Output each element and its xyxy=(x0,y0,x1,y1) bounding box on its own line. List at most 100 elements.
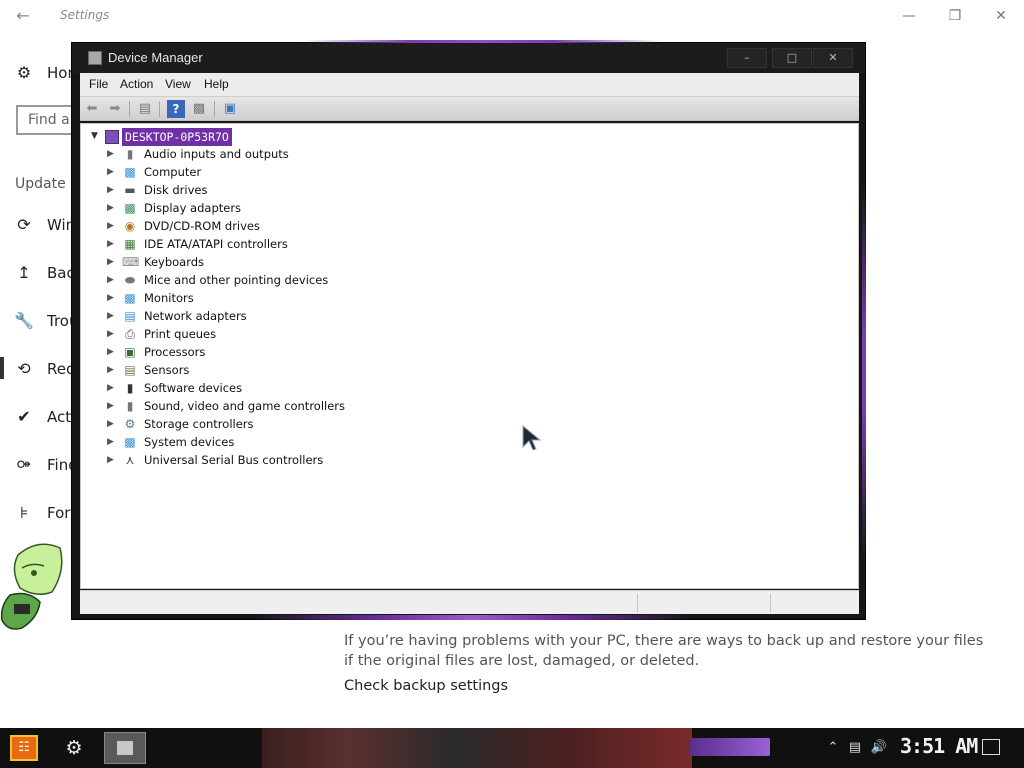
computer-icon xyxy=(105,130,119,144)
nav-for-developers[interactable]: ⊧ For xyxy=(0,497,80,529)
expand-arrow-icon[interactable]: ▶ xyxy=(107,365,114,375)
expand-arrow-icon[interactable]: ▶ xyxy=(107,185,114,195)
tree-node-label: Display adapters xyxy=(144,201,242,215)
restore-button[interactable]: ❐ xyxy=(943,6,967,26)
usb-icon: ⋏ xyxy=(125,453,135,467)
tree-node-network-adapters[interactable]: ▶ ▤ Network adapters xyxy=(107,308,427,326)
nav-home[interactable]: ⚙ Hor xyxy=(0,57,80,89)
tree-node-usb-controllers[interactable]: ▶ ⋏ Universal Serial Bus controllers xyxy=(107,452,427,470)
tree-node-label: Mice and other pointing devices xyxy=(144,273,329,287)
nav-troubleshoot[interactable]: 🔧 Trou xyxy=(0,305,80,337)
tree-node-mice[interactable]: ▶ ⬬ Mice and other pointing devices xyxy=(107,272,427,290)
settings-titlebar: ← Settings — ❐ ✕ xyxy=(0,0,1024,32)
expand-arrow-icon[interactable]: ▶ xyxy=(107,257,114,267)
menu-bar: File Action View Help xyxy=(80,73,859,97)
tree-node-label: Print queues xyxy=(144,327,217,341)
nav-find-my-device[interactable]: ⚩ Find xyxy=(0,449,80,481)
tree-node-label: Keyboards xyxy=(144,255,205,269)
tree-node-sensors[interactable]: ▶ ▤ Sensors xyxy=(107,362,427,380)
taskbar-decoration xyxy=(690,738,770,756)
tree-node-audio-inputs[interactable]: ▶ ▮ Audio inputs and outputs xyxy=(107,146,427,164)
device-manager-window: Device Manager – □ ✕ File Action View He… xyxy=(71,40,866,620)
chevron-up-icon[interactable]: ⌃ xyxy=(824,739,842,757)
notification-icon[interactable] xyxy=(982,739,1000,755)
expand-arrow-icon[interactable]: ▶ xyxy=(107,329,114,339)
nav-windows-update[interactable]: ⟳ Win xyxy=(0,209,80,241)
nav-backup[interactable]: ↥ Bac xyxy=(0,257,80,289)
expand-arrow-icon[interactable]: ▶ xyxy=(107,239,114,249)
menu-file[interactable]: File xyxy=(89,77,108,91)
speaker-icon: ▮ xyxy=(126,399,134,413)
tree-node-software-devices[interactable]: ▶ ▮ Software devices xyxy=(107,380,427,398)
status-bar xyxy=(80,590,859,614)
developer-icon: ⊧ xyxy=(19,503,29,522)
tree-node-label: System devices xyxy=(144,435,235,449)
expand-arrow-icon[interactable]: ▶ xyxy=(107,167,114,177)
help-icon[interactable]: ? xyxy=(167,100,185,118)
desktop: ← Settings — ❐ ✕ ⚙ Hor Find a Update & ⟳… xyxy=(0,0,1024,768)
menu-action[interactable]: Action xyxy=(120,77,153,91)
expand-arrow-icon[interactable]: ▶ xyxy=(107,311,114,321)
expand-arrow-icon[interactable]: ▶ xyxy=(107,293,114,303)
tree-node-label: Sensors xyxy=(144,363,190,377)
tree-node-label: Sound, video and game controllers xyxy=(144,399,346,413)
expand-arrow-icon[interactable]: ▶ xyxy=(107,437,114,447)
expand-arrow-icon[interactable]: ▶ xyxy=(107,383,114,393)
expand-arrow-icon[interactable]: ▶ xyxy=(107,401,114,411)
toolbar: ⬅ ➡ ▤ ? ▩ ▣ xyxy=(80,97,859,121)
menu-view[interactable]: View xyxy=(165,77,191,91)
close-button[interactable]: ✕ xyxy=(989,6,1013,26)
start-button[interactable]: ☷ xyxy=(10,735,38,761)
show-hide-console-tree-icon[interactable]: ▤ xyxy=(136,100,154,118)
device-manager-titlebar[interactable]: Device Manager – □ ✕ xyxy=(72,43,865,73)
collapse-arrow-icon[interactable]: ▼ xyxy=(91,131,98,141)
minimize-button[interactable]: — xyxy=(897,6,921,26)
tree-node-ide-controllers[interactable]: ▶ ▦ IDE ATA/ATAPI controllers xyxy=(107,236,427,254)
menu-help[interactable]: Help xyxy=(204,77,229,91)
volume-icon[interactable]: 🔊 xyxy=(870,739,888,757)
back-arrow-icon[interactable]: ⬅ xyxy=(83,100,101,118)
expand-arrow-icon[interactable]: ▶ xyxy=(107,203,114,213)
tree-node-processors[interactable]: ▶ ▣ Processors xyxy=(107,344,427,362)
dm-close-button[interactable]: ✕ xyxy=(813,48,853,68)
tree-node-disk-drives[interactable]: ▶ ▬ Disk drives xyxy=(107,182,427,200)
taskbar-settings-gear-icon[interactable]: ⚙ xyxy=(62,736,86,760)
tree-node-sound-video[interactable]: ▶ ▮ Sound, video and game controllers xyxy=(107,398,427,416)
mouse-cursor-icon xyxy=(522,425,542,451)
forward-arrow-icon[interactable]: ➡ xyxy=(106,100,124,118)
back-arrow-icon[interactable]: ← xyxy=(12,6,34,26)
tree-node-keyboards[interactable]: ▶ ⌨ Keyboards xyxy=(107,254,427,272)
tree-node-monitors[interactable]: ▶ ▩ Monitors xyxy=(107,290,427,308)
tree-node-dvd-drives[interactable]: ▶ ◉ DVD/CD-ROM drives xyxy=(107,218,427,236)
nav-activation[interactable]: ✔ Acti xyxy=(0,401,80,433)
tree-node-computer[interactable]: ▶ ▩ Computer xyxy=(107,164,427,182)
dm-maximize-button[interactable]: □ xyxy=(772,48,812,68)
tree-node-label: Network adapters xyxy=(144,309,247,323)
expand-arrow-icon[interactable]: ▶ xyxy=(107,347,114,357)
sensor-icon: ▤ xyxy=(124,363,136,377)
dm-minimize-button[interactable]: – xyxy=(727,48,767,68)
scan-hardware-icon[interactable]: ▣ xyxy=(221,100,239,118)
find-setting-placeholder: Find a xyxy=(28,112,70,128)
nav-recovery[interactable]: ⟲ Rec xyxy=(0,353,80,385)
expand-arrow-icon[interactable]: ▶ xyxy=(107,455,114,465)
tree-node-print-queues[interactable]: ▶ ⎙ Print queues xyxy=(107,326,427,344)
tree-node-display-adapters[interactable]: ▶ ▩ Display adapters xyxy=(107,200,427,218)
expand-arrow-icon[interactable]: ▶ xyxy=(107,419,114,429)
expand-arrow-icon[interactable]: ▶ xyxy=(107,149,114,159)
system-clock[interactable]: 3:51 AM xyxy=(900,734,978,758)
tree-node-system-devices[interactable]: ▶ ▩ System devices xyxy=(107,434,427,452)
check-backup-settings-link[interactable]: Check backup settings xyxy=(344,678,508,694)
monitor-icon: ▩ xyxy=(124,165,136,179)
tree-root-label[interactable]: DESKTOP-0P53R7O xyxy=(122,128,232,146)
taskbar-device-manager-button[interactable] xyxy=(104,732,146,764)
nav-for-developers-label: For xyxy=(47,504,71,522)
system-folder-icon: ▩ xyxy=(124,435,136,449)
network-icon[interactable]: ▤ xyxy=(846,739,864,757)
properties-icon[interactable]: ▩ xyxy=(190,100,208,118)
taskbar: ☷ ⚙ ⌃ ▤ 🔊 3:51 AM xyxy=(0,728,1024,768)
tree-node-storage-controllers[interactable]: ▶ ⚙ Storage controllers xyxy=(107,416,427,434)
expand-arrow-icon[interactable]: ▶ xyxy=(107,275,114,285)
expand-arrow-icon[interactable]: ▶ xyxy=(107,221,114,231)
backup-description: If you’re having problems with your PC, … xyxy=(344,633,984,669)
